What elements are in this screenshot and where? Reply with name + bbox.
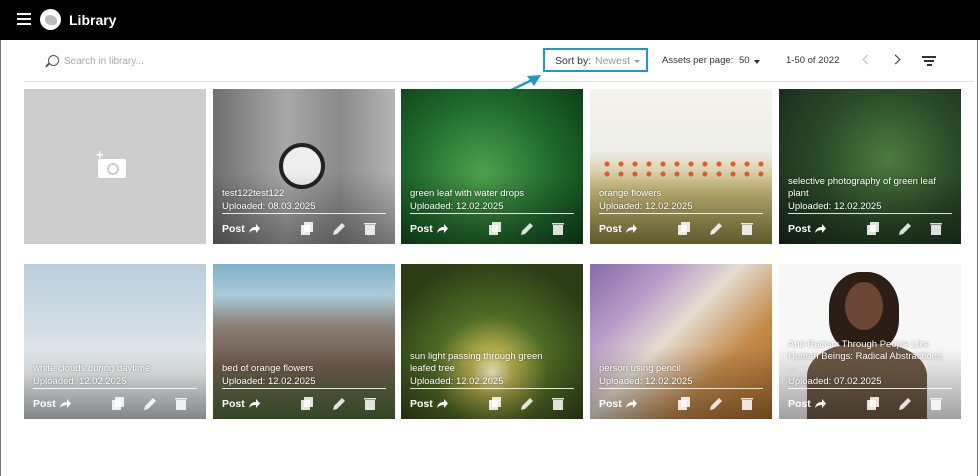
post-button[interactable]: Post <box>599 398 622 410</box>
post-button[interactable]: Post <box>410 398 433 410</box>
toolbar-divider <box>24 81 974 82</box>
post-button[interactable]: Post <box>599 223 622 235</box>
copy-icon[interactable] <box>489 397 501 410</box>
asset-upload-date: Uploaded: 12.02.2025 <box>410 201 504 212</box>
asset-card[interactable]: selective photography of green leaf plan… <box>779 89 961 244</box>
copy-icon[interactable] <box>489 222 501 235</box>
asset-upload-date: Uploaded: 12.02.2025 <box>599 201 693 212</box>
edit-icon[interactable] <box>333 397 345 410</box>
asset-card[interactable]: test122test122 Uploaded: 08.03.2025 Post <box>213 89 395 244</box>
edit-icon[interactable] <box>710 222 722 235</box>
assets-per-page-select[interactable]: 50 <box>739 55 750 66</box>
asset-title: green leaf with water drops <box>410 188 525 199</box>
asset-card[interactable]: bed of orange flowers Uploaded: 12.02.20… <box>213 264 395 419</box>
post-button[interactable]: Post <box>222 398 245 410</box>
share-icon[interactable] <box>437 224 448 233</box>
sort-value[interactable]: Newest <box>595 55 630 67</box>
asset-card[interactable]: white clouds during daytime Uploaded: 12… <box>24 264 206 419</box>
asset-title: test122test122 <box>222 188 285 199</box>
asset-card[interactable]: green leaf with water drops Uploaded: 12… <box>401 89 583 244</box>
search-input[interactable] <box>64 53 264 69</box>
copy-icon[interactable] <box>112 397 124 410</box>
copy-icon[interactable] <box>867 222 879 235</box>
asset-upload-date: Uploaded: 12.02.2025 <box>33 376 127 387</box>
asset-title: person using pencil <box>599 363 681 374</box>
copy-icon[interactable] <box>678 397 690 410</box>
asset-upload-date: Uploaded: 12.02.2025 <box>222 376 316 387</box>
share-icon[interactable] <box>626 399 637 408</box>
edit-icon[interactable] <box>144 397 156 410</box>
asset-card[interactable]: person using pencil Uploaded: 12.02.2025… <box>590 264 772 419</box>
post-button[interactable]: Post <box>222 223 245 235</box>
search-icon <box>48 55 59 66</box>
edit-icon[interactable] <box>899 397 911 410</box>
filter-icon[interactable] <box>922 56 936 66</box>
share-icon[interactable] <box>60 399 71 408</box>
add-photo-icon: + <box>96 148 126 178</box>
assets-per-page-label: Assets per page: <box>662 55 734 66</box>
asset-title: sun light passing through green leafed t… <box>410 351 543 374</box>
add-asset-card[interactable]: + <box>24 89 206 244</box>
asset-card[interactable]: orange flowers Uploaded: 12.02.2025 Post <box>590 89 772 244</box>
sort-label: Sort by: <box>555 55 592 67</box>
edit-icon[interactable] <box>521 397 533 410</box>
share-icon[interactable] <box>249 399 260 408</box>
delete-icon[interactable] <box>364 222 376 235</box>
share-icon[interactable] <box>815 224 826 233</box>
asset-card[interactable]: Anti-Racism Through People Like Human Be… <box>779 264 961 419</box>
menu-icon[interactable] <box>17 13 31 25</box>
delete-icon[interactable] <box>930 397 942 410</box>
asset-title: selective photography of green leaf plan… <box>788 176 936 199</box>
delete-icon[interactable] <box>552 397 564 410</box>
post-button[interactable]: Post <box>410 223 433 235</box>
delete-icon[interactable] <box>930 222 942 235</box>
edit-icon[interactable] <box>521 222 533 235</box>
app-bar: Library <box>0 0 980 40</box>
asset-upload-date: Uploaded: 07.02.2025 <box>788 376 882 387</box>
share-icon[interactable] <box>437 399 448 408</box>
app-logo[interactable] <box>40 9 61 30</box>
copy-icon[interactable] <box>301 397 313 410</box>
delete-icon[interactable] <box>175 397 187 410</box>
copy-icon[interactable] <box>867 397 879 410</box>
delete-icon[interactable] <box>364 397 376 410</box>
share-icon[interactable] <box>249 224 260 233</box>
asset-title: bed of orange flowers <box>222 363 314 374</box>
copy-icon[interactable] <box>678 222 690 235</box>
asset-upload-date: Uploaded: 12.02.2025 <box>788 201 882 212</box>
asset-upload-date: Uploaded: 12.02.2025 <box>599 376 693 387</box>
post-button[interactable]: Post <box>788 398 811 410</box>
edit-icon[interactable] <box>710 397 722 410</box>
app-title: Library <box>69 12 117 28</box>
share-icon[interactable] <box>815 399 826 408</box>
asset-upload-date: Uploaded: 12.02.2025 <box>410 376 504 387</box>
portrait-face <box>845 282 883 330</box>
delete-icon[interactable] <box>552 222 564 235</box>
chevron-down-icon[interactable] <box>754 60 760 64</box>
chevron-down-icon[interactable] <box>634 60 640 63</box>
edit-icon[interactable] <box>333 222 345 235</box>
asset-title: orange flowers <box>599 188 662 199</box>
post-button[interactable]: Post <box>788 223 811 235</box>
edit-icon[interactable] <box>899 222 911 235</box>
share-icon[interactable] <box>626 224 637 233</box>
asset-title: Anti-Racism Through People Like Human Be… <box>788 339 945 374</box>
copy-icon[interactable] <box>301 222 313 235</box>
asset-card[interactable]: sun light passing through green leafed t… <box>401 264 583 419</box>
pagination-range: 1-50 of 2022 <box>786 55 840 66</box>
asset-upload-date: Uploaded: 08.03.2025 <box>222 201 316 212</box>
delete-icon[interactable] <box>741 222 753 235</box>
post-button[interactable]: Post <box>33 398 56 410</box>
delete-icon[interactable] <box>741 397 753 410</box>
asset-title: white clouds during daytime <box>33 363 151 374</box>
